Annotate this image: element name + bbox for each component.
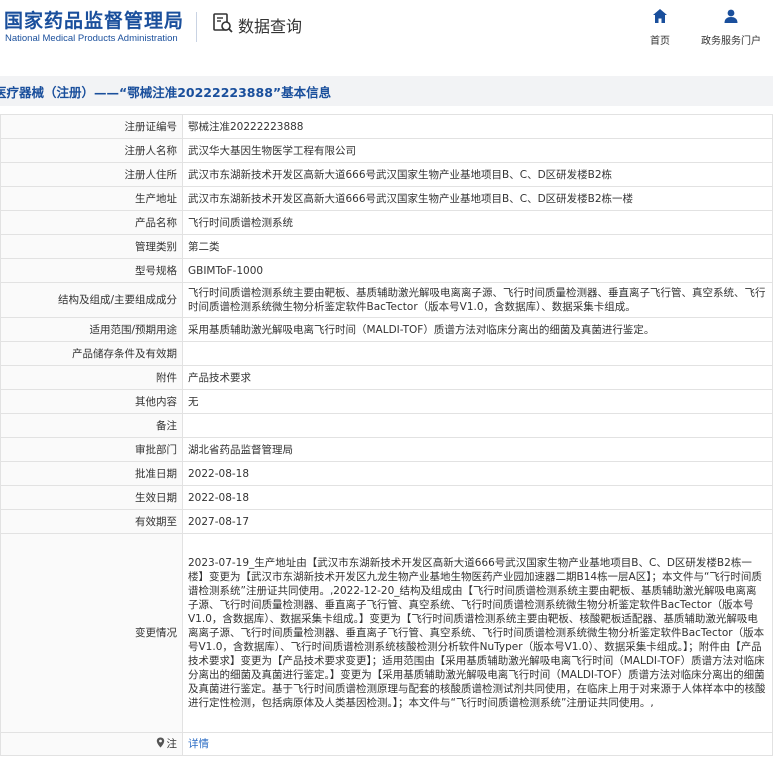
nav-gov-portal[interactable]: 政务服务门户 (698, 8, 764, 48)
table-row: 生效日期 2022-08-18 (0, 485, 773, 510)
table-row: 结构及组成/主要组成成分 飞行时间质谱检测系统主要由靶板、基质辅助激光解吸电离离… (0, 282, 773, 318)
row-value: 武汉市东湖新技术开发区高新大道666号武汉国家生物产业基地项目B、C、D区研发楼… (182, 162, 773, 187)
page-title: 医疗器械（注册）——“鄂械注准20222223888”基本信息 (0, 84, 332, 100)
table-row: 其他内容 无 (0, 389, 773, 414)
row-label: 型号规格 (0, 258, 183, 283)
row-label: 变更情况 (0, 533, 183, 733)
row-label: 有效期至 (0, 509, 183, 534)
row-value: 湖北省药品监督管理局 (182, 437, 773, 462)
row-value: 第二类 (182, 234, 773, 259)
home-icon (652, 8, 668, 28)
row-label: 批准日期 (0, 461, 183, 486)
table-row: 批准日期 2022-08-18 (0, 461, 773, 486)
details-link[interactable]: 详情 (188, 738, 209, 750)
row-value: 2022-08-18 (182, 485, 773, 510)
row-label: 适用范围/预期用途 (0, 317, 183, 342)
table-row: 生产地址 武汉市东湖新技术开发区高新大道666号武汉国家生物产业基地项目B、C、… (0, 186, 773, 211)
row-label: 备注 (0, 413, 183, 438)
row-value: GBIMToF-1000 (182, 258, 773, 283)
table-row: 变更情况 2023-07-19_生产地址由【武汉市东湖新技术开发区高新大道666… (0, 533, 773, 733)
detail-table: 注册证编号 鄂械注准20222223888 注册人名称 武汉华大基因生物医学工程… (0, 114, 773, 756)
table-row: 产品名称 飞行时间质谱检测系统 (0, 210, 773, 235)
row-value: 武汉华大基因生物医学工程有限公司 (182, 138, 773, 163)
table-row: 有效期至 2027-08-17 (0, 509, 773, 534)
row-value: 采用基质辅助激光解吸电离飞行时间（MALDI-TOF）质谱方法对临床分离出的细菌… (182, 317, 773, 342)
row-label: 附件 (0, 365, 183, 390)
note-label: 注 (166, 738, 178, 750)
row-value: 武汉市东湖新技术开发区高新大道666号武汉国家生物产业基地项目B、C、D区研发楼… (182, 186, 773, 211)
nav-gov-label: 政务服务门户 (701, 36, 761, 47)
data-query-link[interactable]: 数据查询 (212, 12, 302, 38)
table-row: 产品储存条件及有效期 (0, 341, 773, 366)
row-value: 飞行时间质谱检测系统主要由靶板、基质辅助激光解吸电离离子源、飞行时间质量检测器、… (182, 282, 773, 318)
table-row: 附件 产品技术要求 (0, 365, 773, 390)
row-value: 产品技术要求 (182, 365, 773, 390)
magnifier-document-icon (212, 12, 234, 38)
row-label: 管理类别 (0, 234, 183, 259)
nav-home[interactable]: 首页 (644, 8, 676, 48)
row-label: 注册证编号 (0, 114, 183, 139)
nav-home-label: 首页 (650, 36, 670, 47)
row-label: 生效日期 (0, 485, 183, 510)
page-title-bar: 医疗器械（注册）——“鄂械注准20222223888”基本信息 (0, 76, 773, 106)
row-label: 注册人名称 (0, 138, 183, 163)
table-row: 注册证编号 鄂械注准20222223888 (0, 114, 773, 139)
site-logo-en: National Medical Products Administration (5, 33, 178, 44)
table-row: 适用范围/预期用途 采用基质辅助激光解吸电离飞行时间（MALDI-TOF）质谱方… (0, 317, 773, 342)
row-value: 2027-08-17 (182, 509, 773, 534)
row-label: 生产地址 (0, 186, 183, 211)
location-pin-icon (156, 737, 165, 752)
data-query-label: 数据查询 (238, 17, 303, 36)
table-row-note: 注 详情 (0, 732, 773, 756)
note-value-cell: 详情 (182, 732, 773, 756)
row-value: 无 (182, 389, 773, 414)
row-label: 注册人住所 (0, 162, 183, 187)
row-label: 结构及组成/主要组成成分 (0, 282, 183, 318)
row-value: 2022-08-18 (182, 461, 773, 486)
table-row: 审批部门 湖北省药品监督管理局 (0, 437, 773, 462)
row-value: 鄂械注准20222223888 (182, 114, 773, 139)
row-label: 产品储存条件及有效期 (0, 341, 183, 366)
row-value (182, 341, 773, 366)
table-row: 注册人名称 武汉华大基因生物医学工程有限公司 (0, 138, 773, 163)
site-header: 国家药品监督管理局 National Medical Products Admi… (0, 0, 773, 66)
row-label: 其他内容 (0, 389, 183, 414)
row-label: 产品名称 (0, 210, 183, 235)
table-row: 型号规格 GBIMToF-1000 (0, 258, 773, 283)
row-value: 飞行时间质谱检测系统 (182, 210, 773, 235)
row-value: 2023-07-19_生产地址由【武汉市东湖新技术开发区高新大道666号武汉国家… (182, 533, 773, 733)
table-row: 管理类别 第二类 (0, 234, 773, 259)
note-label-cell: 注 (0, 732, 183, 756)
table-row: 注册人住所 武汉市东湖新技术开发区高新大道666号武汉国家生物产业基地项目B、C… (0, 162, 773, 187)
user-icon (723, 8, 739, 28)
row-value (182, 413, 773, 438)
header-divider (196, 12, 197, 42)
row-label: 审批部门 (0, 437, 183, 462)
table-row: 备注 (0, 413, 773, 438)
site-logo-cn[interactable]: 国家药品监督管理局 (4, 6, 184, 33)
